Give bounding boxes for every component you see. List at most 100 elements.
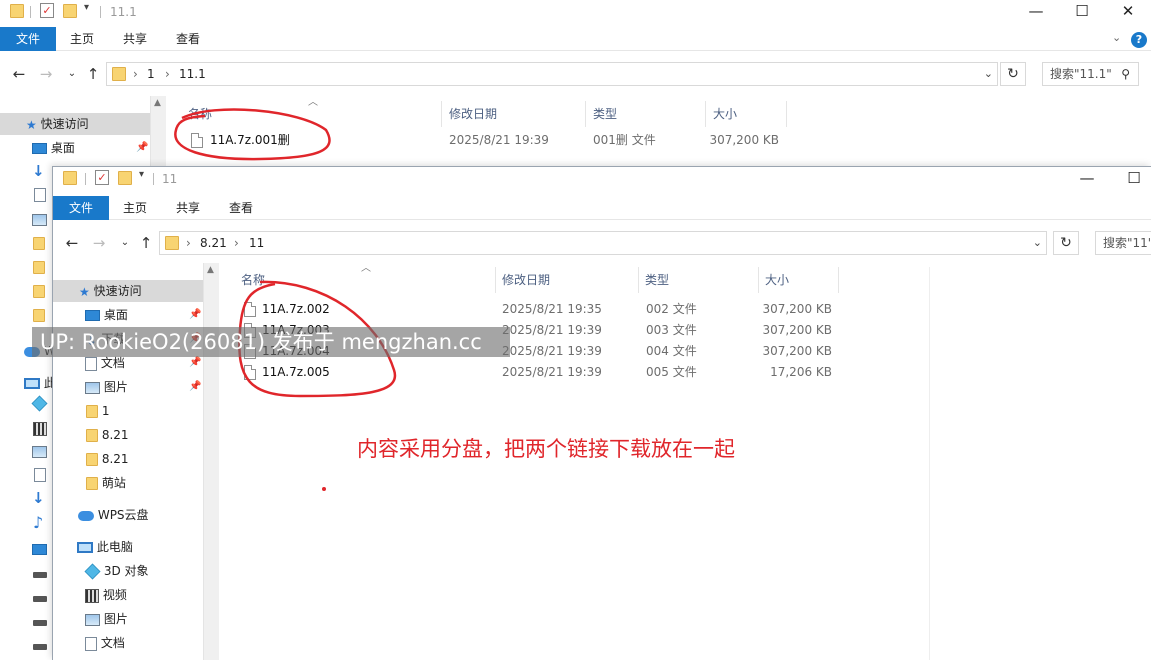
search-placeholder: 搜索"11" [1103,236,1151,250]
tab-share[interactable]: 共享 [166,196,210,220]
file-size: 307,200 KB [762,323,832,337]
tab-home[interactable]: 主页 [60,27,104,51]
search-input[interactable]: 搜索"11.1" ⚲ [1042,62,1139,86]
file-icon [191,133,203,148]
close-button[interactable]: ✕ [1105,0,1151,24]
tab-home[interactable]: 主页 [113,196,157,220]
file-date: 2025/8/21 19:35 [502,302,602,316]
breadcrumb-item[interactable]: 11.1 [179,67,206,81]
star-icon: ★ [26,117,37,132]
pictures-icon [32,446,47,458]
sidebar-scrollbar[interactable]: ▲ [203,263,219,660]
maximize-button[interactable]: ☐ [1111,167,1151,191]
address-dropdown-icon[interactable]: ⌄ [984,67,993,80]
breadcrumb-item[interactable]: 1 [147,67,155,81]
column-header-date[interactable]: 修改日期 [449,101,497,127]
scroll-up-icon[interactable]: ▲ [154,98,161,108]
back-button[interactable]: ← [10,64,28,84]
divider[interactable] [495,267,496,293]
folder-icon [86,453,98,466]
back-button[interactable]: ← [63,233,81,253]
tab-file[interactable]: 文件 [0,27,56,51]
3d-objects-icon [84,563,101,580]
sidebar-item-wps-cloud[interactable]: WPS云盘 [53,504,149,526]
divider[interactable] [441,101,442,127]
folder-icon [86,429,98,442]
sidebar-item-quick-access[interactable]: ★ 快速访问 [53,280,203,302]
breadcrumb-item[interactable]: 11 [249,236,264,250]
document-icon [34,188,46,202]
sidebar-item-3d-objects[interactable]: 3D 对象 [53,560,149,582]
column-header-size[interactable]: 大小 [713,101,737,127]
recent-locations-icon[interactable]: ⌄ [63,64,81,84]
maximize-button[interactable]: ☐ [1059,0,1105,24]
divider[interactable] [638,267,639,293]
sidebar-item-quick-access[interactable]: ★ 快速访问 [0,113,150,135]
tab-file[interactable]: 文件 [53,196,109,220]
file-type: 005 文件 [646,365,697,379]
tab-view[interactable]: 查看 [219,196,263,220]
up-button[interactable]: ↑ [84,64,102,84]
sidebar-item-folder[interactable]: 8.21 [53,424,129,446]
minimize-button[interactable]: — [1013,0,1059,24]
sidebar-item-this-pc[interactable]: 此电脑 [53,536,133,558]
navigation-bar: ← → ⌄ ↑ › 8.21 › 11 ⌄ ↻ 搜索"11" [53,228,1151,258]
file-row[interactable]: 11A.7z.001删 2025/8/21 19:39 001删 文件 307,… [170,130,790,151]
refresh-button[interactable]: ↻ [1000,62,1026,86]
sidebar-item-desktop[interactable]: 桌面 📌 [0,137,150,159]
sidebar-item-folder[interactable]: 萌站 [53,472,126,494]
refresh-button[interactable]: ↻ [1053,231,1079,255]
divider[interactable] [786,101,787,127]
folder-icon [165,236,179,250]
ribbon-expand-icon[interactable]: ⌄ [1112,31,1121,44]
scroll-up-icon[interactable]: ▲ [207,265,214,275]
properties-icon[interactable]: ✓ [40,3,54,18]
file-row[interactable]: 11A.7z.005 2025/8/21 19:39 005 文件 17,206… [223,362,843,383]
file-name: 11A.7z.001删 [210,133,290,147]
divider[interactable] [585,101,586,127]
divider[interactable] [758,267,759,293]
computer-icon [24,378,40,389]
column-header-size[interactable]: 大小 [765,267,789,293]
column-header-type[interactable]: 类型 [593,101,617,127]
sidebar-item-pictures[interactable]: 图片 [53,608,128,630]
sidebar-item-videos[interactable]: 视频 [53,584,127,606]
column-header-name[interactable]: 名称 [241,267,265,293]
address-dropdown-icon[interactable]: ⌄ [1033,236,1042,249]
column-header-name[interactable]: 名称 [188,101,212,127]
folder-icon [33,237,45,250]
customize-toolbar-icon[interactable]: ▾ [139,169,144,180]
tab-share[interactable]: 共享 [113,27,157,51]
file-row[interactable]: 11A.7z.002 2025/8/21 19:35 002 文件 307,20… [223,299,843,320]
sidebar-item-desktop[interactable]: 桌面 📌 [53,304,203,326]
divider[interactable] [838,267,839,293]
recent-locations-icon[interactable]: ⌄ [116,233,134,253]
forward-button[interactable]: → [37,64,55,84]
search-input[interactable]: 搜索"11" [1095,231,1151,255]
drive-icon [33,572,47,578]
pin-icon: 📌 [136,142,149,153]
column-header-date[interactable]: 修改日期 [502,267,550,293]
address-bar[interactable]: › 1 › 11.1 ⌄ [106,62,998,86]
folder-icon [86,477,98,490]
new-folder-icon[interactable] [118,171,132,185]
up-button[interactable]: ↑ [137,233,155,253]
sidebar-item-pictures[interactable]: 图片 📌 [53,376,203,398]
breadcrumb-item[interactable]: 8.21 [200,236,227,250]
address-bar[interactable]: › 8.21 › 11 ⌄ [159,231,1047,255]
sidebar-item-folder[interactable]: 1 [53,400,109,422]
sidebar-label: 快速访问 [40,117,89,131]
divider[interactable] [705,101,706,127]
sidebar-item-documents[interactable]: 文档 [53,632,125,654]
video-icon [85,588,99,603]
help-icon[interactable]: ? [1131,32,1147,48]
tab-view[interactable]: 查看 [166,27,210,51]
minimize-button[interactable]: — [1064,167,1110,191]
new-folder-icon[interactable] [63,4,77,18]
column-header-type[interactable]: 类型 [645,267,669,293]
forward-button[interactable]: → [90,233,108,253]
sidebar-label: 8.21 [101,452,129,466]
customize-toolbar-icon[interactable]: ▾ [84,2,89,13]
sidebar-item-folder[interactable]: 8.21 [53,448,129,470]
properties-icon[interactable]: ✓ [95,170,109,185]
